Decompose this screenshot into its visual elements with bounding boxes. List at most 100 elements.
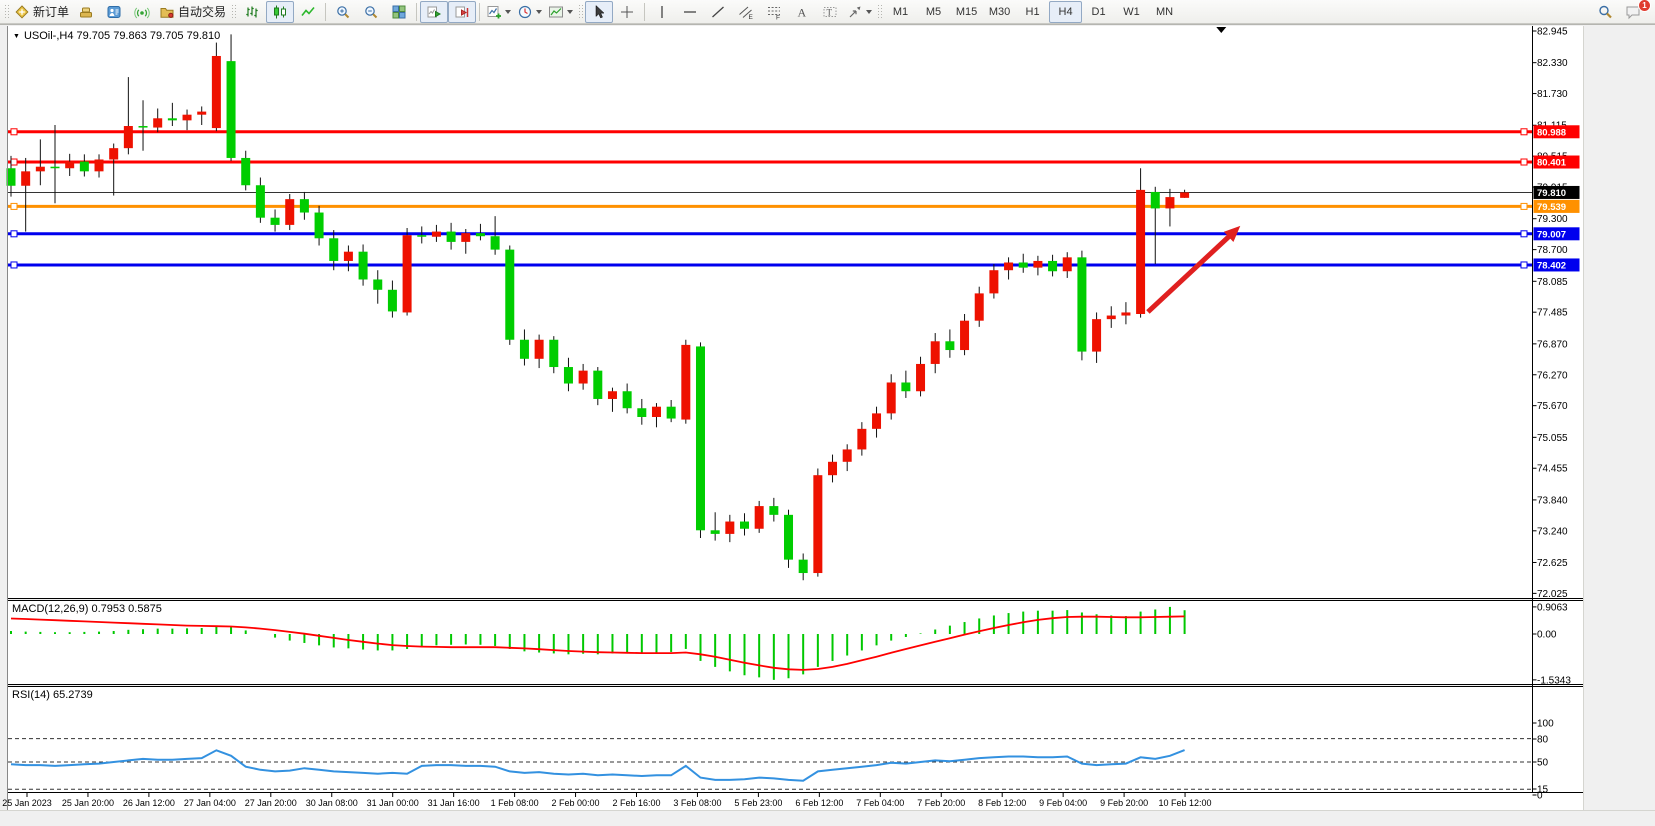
candle-body (1180, 192, 1189, 197)
svg-text:31 Jan 00:00: 31 Jan 00:00 (367, 798, 419, 808)
candle-body (109, 148, 118, 159)
svg-text:100: 100 (1537, 719, 1554, 730)
svg-text:76.870: 76.870 (1537, 339, 1568, 350)
candle-body (256, 185, 265, 217)
candle-body (1048, 261, 1057, 271)
candle-body (667, 407, 676, 419)
svg-text:77.485: 77.485 (1537, 308, 1568, 319)
svg-text:7 Feb 20:00: 7 Feb 20:00 (917, 798, 965, 808)
candle-body (153, 118, 162, 127)
svg-text:7 Feb 04:00: 7 Feb 04:00 (856, 798, 904, 808)
svg-text:76.270: 76.270 (1537, 370, 1568, 381)
candle-body (212, 56, 221, 128)
candle-body (637, 408, 646, 417)
candle-body (1136, 190, 1145, 314)
svg-text:10 Feb 12:00: 10 Feb 12:00 (1159, 798, 1212, 808)
svg-text:73.240: 73.240 (1537, 526, 1568, 537)
candle-body (857, 429, 866, 450)
svg-text:80: 80 (1537, 735, 1549, 746)
candle-body (901, 382, 910, 391)
macd-pane[interactable] (8, 601, 1533, 684)
svg-text:9 Feb 04:00: 9 Feb 04:00 (1039, 798, 1087, 808)
candle-body (887, 382, 896, 413)
price-scale-strip[interactable] (1533, 26, 1584, 810)
svg-text:81.730: 81.730 (1537, 89, 1568, 100)
svg-text:79.007: 79.007 (1537, 229, 1566, 240)
svg-text:25 Jan 20:00: 25 Jan 20:00 (62, 798, 114, 808)
candle-body (843, 449, 852, 461)
trading-terminal-window: 新订单自动交易EFATM1M5M15M30H1H4D1W1MN1 82.9458… (0, 0, 1655, 826)
candle-body (725, 522, 734, 534)
candle-body (1107, 316, 1116, 320)
candle-body (989, 270, 998, 293)
candle-body (1063, 257, 1072, 271)
candle-body (271, 218, 280, 225)
svg-text:26 Jan 12:00: 26 Jan 12:00 (123, 798, 175, 808)
candle-body (80, 162, 89, 172)
candle-body (1092, 319, 1101, 351)
candle-body (755, 506, 764, 529)
candle-body (1033, 261, 1042, 268)
line-handle[interactable] (11, 159, 17, 165)
svg-text:79.300: 79.300 (1537, 214, 1568, 225)
line-handle[interactable] (1521, 159, 1527, 165)
svg-text:50: 50 (1537, 758, 1549, 769)
candle-body (417, 235, 426, 237)
candle-body (491, 236, 500, 249)
svg-text:0: 0 (1537, 791, 1543, 802)
svg-text:0.00: 0.00 (1537, 630, 1557, 641)
candle-body (1004, 262, 1013, 270)
candle-body (373, 279, 382, 289)
svg-text:31 Jan 16:00: 31 Jan 16:00 (428, 798, 480, 808)
candle-body (916, 364, 925, 391)
line-handle[interactable] (1521, 262, 1527, 268)
candle-body (1019, 262, 1028, 267)
candle-body (813, 475, 822, 573)
svg-text:82.945: 82.945 (1537, 27, 1568, 38)
candle-body (608, 391, 617, 399)
line-handle[interactable] (1521, 129, 1527, 135)
svg-text:2 Feb 00:00: 2 Feb 00:00 (552, 798, 600, 808)
candle-body (931, 341, 940, 364)
candle-body (183, 115, 192, 121)
svg-text:82.330: 82.330 (1537, 58, 1568, 69)
line-handle[interactable] (11, 231, 17, 237)
svg-text:72.025: 72.025 (1537, 589, 1568, 600)
line-handle[interactable] (11, 262, 17, 268)
candle-body (505, 250, 514, 340)
candle-body (696, 346, 705, 530)
candle-body (1151, 192, 1160, 208)
candle-body (872, 413, 881, 428)
svg-text:3 Feb 08:00: 3 Feb 08:00 (673, 798, 721, 808)
svg-text:9 Feb 20:00: 9 Feb 20:00 (1100, 798, 1148, 808)
chart-panes[interactable] (8, 26, 1583, 810)
candle-body (1121, 312, 1130, 315)
svg-text:79.810: 79.810 (1537, 188, 1566, 199)
svg-text:-1.5343: -1.5343 (1537, 675, 1571, 686)
line-handle[interactable] (11, 203, 17, 209)
svg-text:25 Jan 2023: 25 Jan 2023 (2, 798, 52, 808)
candle-body (535, 340, 544, 359)
candle-body (711, 530, 720, 534)
line-handle[interactable] (1521, 231, 1527, 237)
candle-body (740, 522, 749, 529)
svg-text:2 Feb 16:00: 2 Feb 16:00 (612, 798, 660, 808)
candle-body (681, 345, 690, 420)
candle-body (799, 560, 808, 573)
candle-body (241, 158, 250, 185)
line-handle[interactable] (1521, 203, 1527, 209)
candle-body (784, 515, 793, 560)
svg-text:5 Feb 23:00: 5 Feb 23:00 (734, 798, 782, 808)
chart-canvas[interactable]: 82.94582.33081.73081.11580.51579.91579.3… (0, 0, 1655, 826)
svg-text:80.988: 80.988 (1537, 127, 1566, 138)
candle-body (344, 252, 353, 261)
rsi-pane[interactable] (8, 687, 1533, 792)
svg-text:6 Feb 12:00: 6 Feb 12:00 (795, 798, 843, 808)
svg-text:27 Jan 20:00: 27 Jan 20:00 (245, 798, 297, 808)
candle-body (564, 367, 573, 383)
candle-body (51, 167, 60, 169)
svg-text:79.539: 79.539 (1537, 202, 1566, 213)
line-handle[interactable] (11, 129, 17, 135)
candle-body (828, 462, 837, 475)
svg-text:78.402: 78.402 (1537, 260, 1566, 271)
